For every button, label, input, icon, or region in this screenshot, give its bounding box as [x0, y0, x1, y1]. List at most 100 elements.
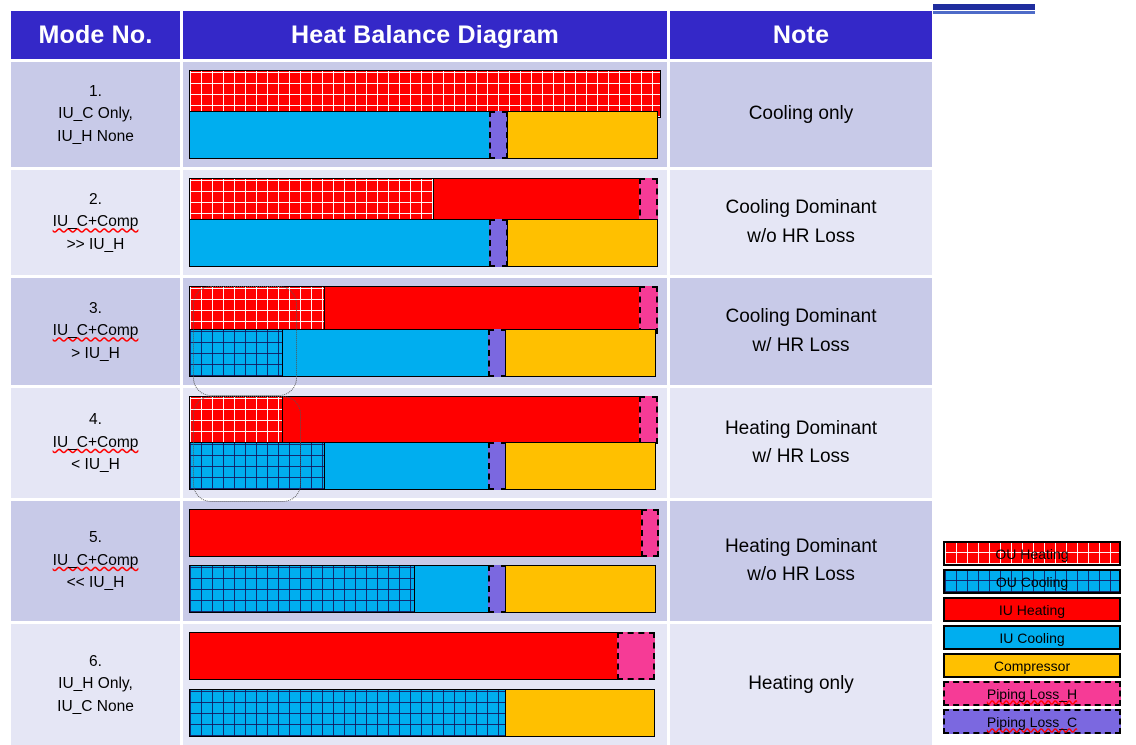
mode-expr-line2: >> IU_H — [66, 235, 125, 253]
legend: OU Heating OU Cooling IU Heating IU Cooling… — [943, 541, 1121, 737]
mode-label: 2. IU_C+Comp >> IU_H — [53, 189, 139, 256]
mode-number: 3. — [89, 299, 102, 317]
bar-segment-piping-loss-h — [638, 396, 658, 444]
table-row: 2. IU_C+Comp >> IU_H Cooling Dominant w/o H… — [11, 170, 932, 275]
mode-expr-line1: IU_H Only, — [58, 675, 133, 693]
legend-item-label: Piping Loss_C — [986, 713, 1078, 730]
bar-segment-piping-loss-h — [640, 509, 660, 557]
note-cell-2: Cooling Dominant w/o HR Loss — [670, 170, 932, 275]
bar-segment-compressor — [505, 329, 657, 377]
decorative-rule-thin — [933, 11, 1035, 14]
legend-item-compressor: Compressor — [943, 653, 1121, 678]
mode-expr-line2: > IU_H — [71, 344, 120, 362]
note-cell-4: Heating Dominant w/ HR Loss — [670, 388, 932, 498]
column-header-heat-balance-diagram: Heat Balance Diagram — [183, 11, 667, 59]
note-cell-3: Cooling Dominant w/ HR Loss — [670, 278, 932, 385]
note-label: Heating Dominant w/o HR Loss — [724, 535, 878, 586]
mode-expr-line2: < IU_H — [71, 456, 120, 474]
bar-heating-5 — [189, 509, 660, 557]
mode-number: 4. — [89, 411, 102, 429]
mode-cell-5: 5. IU_C+Comp << IU_H — [11, 501, 180, 621]
mode-expr-line2: IU_H None — [57, 127, 134, 145]
table-row: 5. IU_C+Comp << IU_H Heating Dominant w/o H… — [11, 501, 932, 621]
legend-item-label: OU Heating — [995, 545, 1069, 562]
bar-segment-compressor — [505, 442, 657, 490]
bar-heating-6 — [189, 632, 655, 680]
bar-segment-ou-heating — [189, 286, 326, 334]
legend-item-piping-loss-h: Piping Loss_H — [943, 681, 1121, 706]
mode-expr-line1: IU_C+Comp — [52, 322, 139, 340]
bar-segment-piping-loss-h — [617, 632, 655, 680]
bar-segment-ou-heating — [189, 396, 284, 444]
mode-expr-line1: IU_C Only, — [58, 105, 133, 123]
bar-segment-ou-cooling — [189, 689, 507, 737]
bar-segment-ou-cooling — [189, 442, 326, 490]
column-header-mode-no: Mode No. — [11, 11, 180, 59]
mode-cell-6: 6. IU_H Only, IU_C None — [11, 624, 180, 745]
mode-cell-1: 1. IU_C Only, IU_H None — [11, 62, 180, 167]
diagram-cell-5 — [183, 501, 667, 621]
note-label: Cooling Dominant w/ HR Loss — [725, 306, 877, 356]
note-label: Heating only — [748, 673, 854, 695]
legend-item-label: OU Cooling — [995, 573, 1069, 590]
bar-segment-ou-cooling — [189, 329, 284, 377]
bar-cooling-4 — [189, 442, 657, 490]
bar-cooling-1 — [189, 111, 658, 159]
mode-number: 5. — [89, 529, 102, 547]
legend-item-piping-loss-c: Piping Loss_C — [943, 709, 1121, 734]
bar-segment-compressor — [506, 219, 658, 267]
mode-number: 1. — [89, 82, 102, 100]
decorative-rule-thick — [933, 4, 1035, 10]
decorative-rule — [933, 4, 1035, 16]
legend-item-ou-cooling: OU Cooling — [943, 569, 1121, 594]
mode-expr-line1: IU_C+Comp — [52, 551, 139, 569]
bar-cooling-5 — [189, 565, 657, 613]
diagram-cell-3 — [183, 278, 667, 385]
diagram-cell-1 — [183, 62, 667, 167]
mode-table: Mode No. Heat Balance Diagram Note 1. IU_… — [11, 11, 932, 745]
bar-segment-iu-cooling — [413, 565, 490, 613]
table-row: 1. IU_C Only, IU_H None Cooling only — [11, 62, 932, 167]
note-cell-6: Heating only — [670, 624, 932, 745]
bar-segment-compressor — [505, 689, 655, 737]
bar-segment-iu-heating — [189, 509, 643, 557]
bar-heating-3 — [189, 286, 658, 334]
column-header-mode-no-label: Mode No. — [38, 20, 153, 49]
bar-segment-piping-loss-c — [487, 329, 507, 377]
bar-cooling-6 — [189, 689, 655, 737]
mode-expr-line2: IU_C None — [57, 697, 134, 715]
bar-segment-iu-heating — [324, 286, 641, 334]
mode-expr-line1: IU_C+Comp — [52, 433, 139, 451]
bar-cooling-3 — [189, 329, 657, 377]
column-header-note: Note — [670, 11, 932, 59]
legend-item-label: Compressor — [993, 657, 1071, 674]
legend-item-ou-heating: OU Heating — [943, 541, 1121, 566]
mode-label: 6. IU_H Only, IU_C None — [57, 651, 134, 718]
mode-label: 1. IU_C Only, IU_H None — [57, 81, 134, 148]
legend-item-iu-cooling: IU Cooling — [943, 625, 1121, 650]
legend-item-iu-heating: IU Heating — [943, 597, 1121, 622]
mode-number: 6. — [89, 652, 102, 670]
bar-segment-piping-loss-h — [638, 286, 658, 334]
diagram-cell-2 — [183, 170, 667, 275]
diagram-cell-6 — [183, 624, 667, 745]
note-label: Cooling only — [748, 103, 854, 125]
mode-cell-3: 3. IU_C+Comp > IU_H — [11, 278, 180, 385]
bar-cooling-2 — [189, 219, 658, 267]
bar-segment-piping-loss-c — [489, 219, 509, 267]
table-row: 4. IU_C+Comp < IU_H Heating Dominant w/ HR … — [11, 388, 932, 498]
mode-label: 5. IU_C+Comp << IU_H — [53, 527, 139, 594]
table-header-row: Mode No. Heat Balance Diagram Note — [11, 11, 932, 59]
mode-cell-2: 2. IU_C+Comp >> IU_H — [11, 170, 180, 275]
legend-item-label: IU Heating — [998, 601, 1066, 618]
mode-label: 4. IU_C+Comp < IU_H — [53, 409, 139, 476]
mode-expr-line1: IU_C+Comp — [52, 213, 139, 231]
table-row: 3. IU_C+Comp > IU_H Cooling Dominant w/ HR … — [11, 278, 932, 385]
bar-segment-ou-cooling — [189, 565, 416, 613]
bar-segment-iu-cooling — [324, 442, 490, 490]
bar-segment-piping-loss-c — [487, 442, 507, 490]
table-row: 6. IU_H Only, IU_C None Heating only — [11, 624, 932, 745]
bar-segment-piping-loss-c — [487, 565, 507, 613]
mode-label: 3. IU_C+Comp > IU_H — [53, 298, 139, 365]
bar-segment-piping-loss-c — [489, 111, 509, 159]
